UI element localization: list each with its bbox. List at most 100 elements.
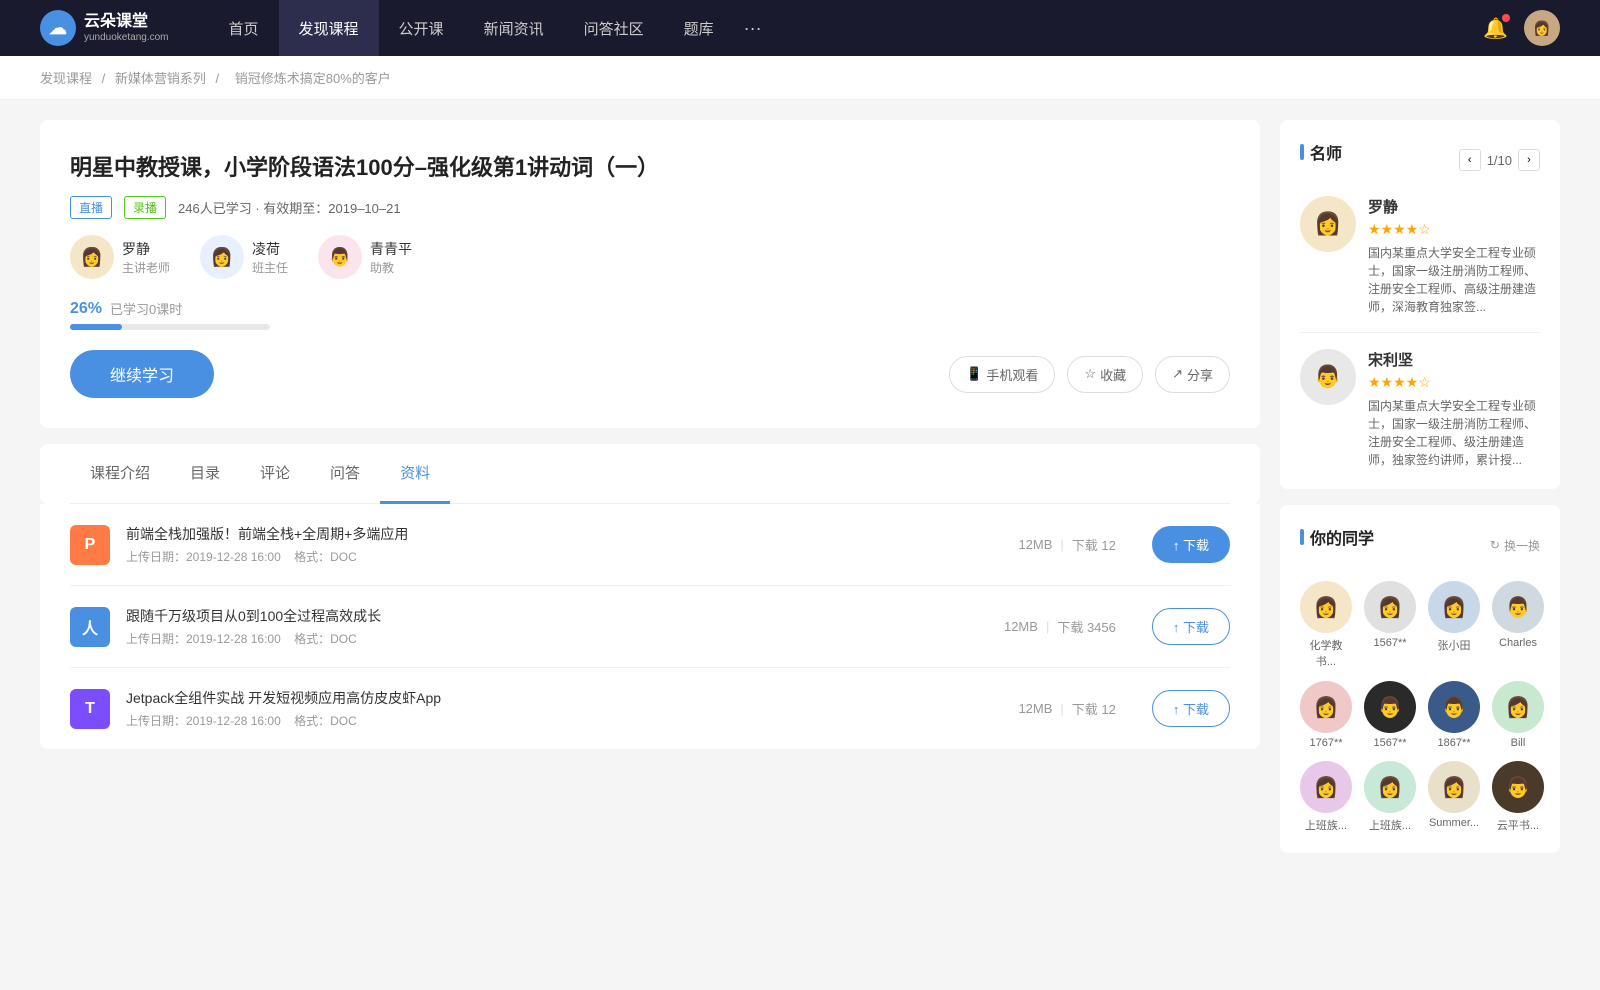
bell-icon[interactable]: 🔔 — [1483, 16, 1508, 41]
classmate-avatar: 👩 — [1364, 761, 1416, 813]
classmate-name: 张小田 — [1438, 637, 1471, 653]
classmate-avatar: 👩 — [1300, 581, 1352, 633]
share-button[interactable]: ↗ 分享 — [1155, 356, 1230, 393]
classmates-header: 你的同学 ↻ 换一换 — [1300, 525, 1540, 565]
material-downloads: 下载 12 — [1072, 535, 1116, 554]
classmate-avatar: 👨 — [1492, 581, 1544, 633]
prev-page-button[interactable]: ‹ — [1459, 149, 1481, 171]
tab-课程介绍[interactable]: 课程介绍 — [70, 444, 170, 504]
course-info: 246人已学习 · 有效期至：2019–10–21 — [178, 198, 401, 217]
progress-pct: 26% — [70, 300, 102, 318]
classmate-item[interactable]: 👨 Charles — [1492, 581, 1544, 669]
badge-live: 直播 — [70, 196, 112, 219]
progress-bar-bg — [70, 324, 270, 330]
teacher-name: 青青平 — [370, 239, 412, 259]
next-page-button[interactable]: › — [1518, 149, 1540, 171]
material-title: Jetpack全组件实战 开发短视频应用高仿皮皮虾App — [126, 688, 1002, 708]
teacher-info: 罗静 主讲老师 — [122, 239, 170, 276]
sidebar-teacher-avatar: 👩 — [1300, 196, 1356, 252]
teacher-name: 凌荷 — [252, 239, 288, 259]
classmate-item[interactable]: 👩 张小田 — [1428, 581, 1480, 669]
teacher-item: 👩 凌荷 班主任 — [200, 235, 288, 279]
nav-item-问答社区[interactable]: 问答社区 — [564, 0, 664, 56]
sidebar-teacher-info: 罗静 ★★★★☆ 国内某重点大学安全工程专业硕士，国家一级注册消防工程师、注册安… — [1368, 196, 1540, 316]
classmates-title: 你的同学 — [1300, 525, 1374, 549]
refresh-button[interactable]: ↻ 换一换 — [1490, 537, 1540, 554]
classmate-avatar: 👨 — [1492, 761, 1544, 813]
classmate-name: Bill — [1511, 737, 1526, 749]
material-info: Jetpack全组件实战 开发短视频应用高仿皮皮虾App 上传日期：2019-1… — [126, 688, 1002, 729]
classmate-item[interactable]: 👩 Summer... — [1428, 761, 1480, 833]
material-title: 前端全栈加强版！前端全栈+全周期+多端应用 — [126, 524, 1002, 544]
tabs-section: 课程介绍目录评论问答资料 — [40, 444, 1260, 504]
classmate-item[interactable]: 👩 1567** — [1364, 581, 1416, 669]
refresh-icon: ↻ — [1490, 538, 1500, 552]
tab-问答[interactable]: 问答 — [310, 444, 380, 504]
classmate-name: 1567** — [1373, 637, 1406, 649]
classmate-name: Summer... — [1429, 817, 1479, 829]
classmate-item[interactable]: 👩 Bill — [1492, 681, 1544, 749]
download-button[interactable]: ↑ 下载 — [1152, 608, 1230, 645]
material-icon: T — [70, 689, 110, 729]
nav-item-新闻资讯[interactable]: 新闻资讯 — [464, 0, 564, 56]
teacher-role: 主讲老师 — [122, 259, 170, 276]
teachers-sidebar-card: 名师 ‹ 1/10 › 👩 罗静 ★★★★☆ 国内某重点大学安全工程专业硕士，国… — [1280, 120, 1560, 489]
breadcrumb-link-2[interactable]: 新媒体营销系列 — [115, 71, 206, 86]
classmate-name: Charles — [1499, 637, 1537, 649]
main-layout: 明星中教授课，小学阶段语法100分–强化级第1讲动词（一） 直播 录播 246人… — [0, 100, 1600, 889]
classmate-avatar: 👩 — [1364, 581, 1416, 633]
user-avatar[interactable]: 👩 — [1524, 10, 1560, 46]
breadcrumb: 发现课程 / 新媒体营销系列 / 销冠修炼术搞定80%的客户 — [0, 56, 1600, 100]
mobile-icon: 📱 — [966, 366, 982, 382]
material-item: T Jetpack全组件实战 开发短视频应用高仿皮皮虾App 上传日期：2019… — [70, 668, 1230, 749]
mobile-watch-button[interactable]: 📱 手机观看 — [949, 356, 1055, 393]
more-button[interactable]: ··· — [734, 18, 772, 39]
sidebar-teacher-name: 罗静 — [1368, 196, 1540, 217]
progress-bar-fill — [70, 324, 122, 330]
teacher-avatar: 👩 — [200, 235, 244, 279]
classmate-avatar: 👩 — [1428, 761, 1480, 813]
classmate-avatar: 👩 — [1300, 681, 1352, 733]
teacher-item: 👩 罗静 主讲老师 — [70, 235, 170, 279]
logo-icon: ☁ — [40, 10, 76, 46]
collect-button[interactable]: ☆ 收藏 — [1067, 356, 1143, 393]
tab-目录[interactable]: 目录 — [170, 444, 240, 504]
material-size: 12MB — [1004, 619, 1038, 634]
breadcrumb-link-1[interactable]: 发现课程 — [40, 71, 92, 86]
teacher-card: 👩 罗静 ★★★★☆ 国内某重点大学安全工程专业硕士，国家一级注册消防工程师、注… — [1300, 196, 1540, 316]
nav-item-题库[interactable]: 题库 — [664, 0, 734, 56]
teacher-role: 助教 — [370, 259, 412, 276]
classmate-item[interactable]: 👩 化学教书... — [1300, 581, 1352, 669]
tab-评论[interactable]: 评论 — [240, 444, 310, 504]
teacher-info: 青青平 助教 — [370, 239, 412, 276]
nav-item-首页[interactable]: 首页 — [209, 0, 279, 56]
material-info: 跟随千万级项目从0到100全过程高效成长 上传日期：2019-12-28 16:… — [126, 606, 988, 647]
tab-资料[interactable]: 资料 — [380, 444, 450, 504]
logo-text: 云朵课堂 yunduoketang.com — [84, 12, 169, 43]
teachers-sidebar-title: 名师 — [1300, 140, 1342, 164]
download-button[interactable]: ↑ 下载 — [1152, 690, 1230, 727]
progress-label: 26% 已学习0课时 — [70, 299, 1230, 318]
classmate-avatar: 👩 — [1300, 761, 1352, 813]
classmate-name: 1567** — [1373, 737, 1406, 749]
classmate-name: 1867** — [1437, 737, 1470, 749]
classmate-item[interactable]: 👨 1567** — [1364, 681, 1416, 749]
download-button[interactable]: ↑ 下载 — [1152, 526, 1230, 563]
teachers-row: 👩 罗静 主讲老师 👩 凌荷 班主任 👨 青青平 助教 — [70, 235, 1230, 279]
classmate-item[interactable]: 👨 1867** — [1428, 681, 1480, 749]
nav-item-公开课[interactable]: 公开课 — [379, 0, 464, 56]
material-downloads: 下载 3456 — [1057, 617, 1116, 636]
logo[interactable]: ☁ 云朵课堂 yunduoketang.com — [40, 10, 169, 46]
classmate-item[interactable]: 👩 上班族... — [1300, 761, 1352, 833]
classmate-item[interactable]: 👩 1767** — [1300, 681, 1352, 749]
classmate-avatar: 👨 — [1428, 681, 1480, 733]
continue-button[interactable]: 继续学习 — [70, 350, 214, 398]
teacher-avatar: 👩 — [70, 235, 114, 279]
material-meta: 上传日期：2019-12-28 16:00 格式：DOC — [126, 548, 1002, 565]
material-meta: 上传日期：2019-12-28 16:00 格式：DOC — [126, 712, 1002, 729]
material-size: 12MB — [1018, 701, 1052, 716]
share-icon: ↗ — [1172, 366, 1183, 382]
classmate-item[interactable]: 👨 云平书... — [1492, 761, 1544, 833]
nav-item-发现课程[interactable]: 发现课程 — [279, 0, 379, 56]
classmate-item[interactable]: 👩 上班族... — [1364, 761, 1416, 833]
